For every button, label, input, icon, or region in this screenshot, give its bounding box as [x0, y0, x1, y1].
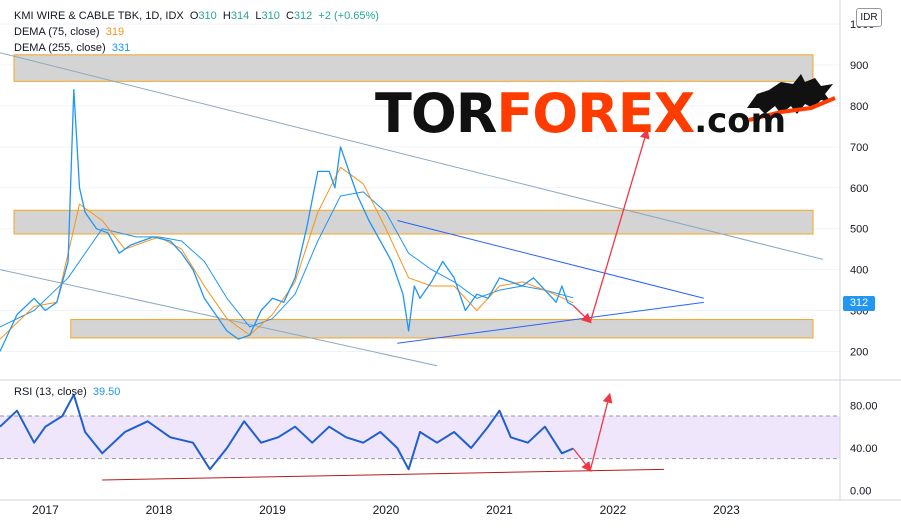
rsi-label: RSI (13, close): [14, 386, 87, 398]
rsi-value: 39.50: [92, 386, 121, 398]
dema75-value: 319: [105, 26, 125, 38]
torforex-logo: TORFOREX.com: [375, 68, 837, 152]
low-value: 310: [261, 10, 280, 22]
zone-rect: [70, 319, 814, 339]
dema75-label: DEMA (75, close): [14, 26, 100, 38]
y-tick-label: 500: [850, 224, 868, 236]
dema255-value: 331: [111, 42, 131, 54]
y-tick-label: 800: [850, 101, 868, 113]
ohlc-row: KMI WIRE & CABLE TBK, 1D, IDX O310 H314 …: [14, 8, 379, 24]
high-label: H: [222, 10, 231, 22]
logo-part-forex: FOREX: [496, 82, 695, 145]
change-value: +2 (+0.65%): [318, 10, 379, 22]
rsi-y-tick-label: 0.00: [850, 486, 871, 498]
y-tick-label: 600: [850, 183, 868, 195]
y-tick-label: 200: [850, 346, 868, 358]
y-tick-label: 900: [850, 60, 868, 72]
rsi-y-tick-label: 40.00: [850, 443, 878, 455]
symbol-label[interactable]: KMI WIRE & CABLE TBK, 1D, IDX: [14, 10, 184, 22]
rsi-band-fill: [0, 416, 840, 459]
currency-button[interactable]: IDR: [856, 8, 882, 27]
x-tick-label: 2018: [146, 503, 173, 517]
rsi-band: [0, 415, 840, 460]
x-tick-label: 2017: [32, 503, 59, 517]
close-label: C: [285, 10, 294, 22]
dema255-label: DEMA (255, close): [14, 42, 106, 54]
close-value: 312: [293, 10, 313, 22]
zone-rect: [13, 209, 814, 235]
last-price-tag: 312: [843, 296, 875, 311]
price-legend: KMI WIRE & CABLE TBK, 1D, IDX O310 H314 …: [14, 8, 379, 56]
rsi-y-tick-label: 80.00: [850, 400, 878, 412]
x-tick-label: 2020: [373, 503, 400, 517]
x-tick-label: 2021: [486, 503, 513, 517]
x-tick-label: 2023: [713, 503, 740, 517]
logo-part-tor: TOR: [375, 82, 497, 145]
open-value: 310: [198, 10, 217, 22]
dema75-row[interactable]: DEMA (75, close) 319: [14, 24, 379, 40]
dema75-line: [0, 166, 574, 340]
logo-text: TORFOREX.com: [375, 82, 786, 145]
rsi-legend[interactable]: RSI (13, close) 39.50: [14, 386, 120, 398]
y-axis-ticks: 20030040050060070080090010000.0040.0080.…: [850, 19, 878, 498]
y-tick-label: 400: [850, 265, 868, 277]
high-value: 314: [230, 10, 250, 22]
rsi-trendline: [102, 468, 665, 481]
x-axis-ticks: 2017 2018 2019 2020 2021 2022 2023: [32, 503, 740, 517]
y-tick-label: 700: [850, 142, 868, 154]
logo-part-com: .com: [694, 101, 787, 141]
x-tick-label: 2022: [600, 503, 627, 517]
x-tick-label: 2019: [259, 503, 286, 517]
dema255-row[interactable]: DEMA (255, close) 331: [14, 40, 379, 56]
